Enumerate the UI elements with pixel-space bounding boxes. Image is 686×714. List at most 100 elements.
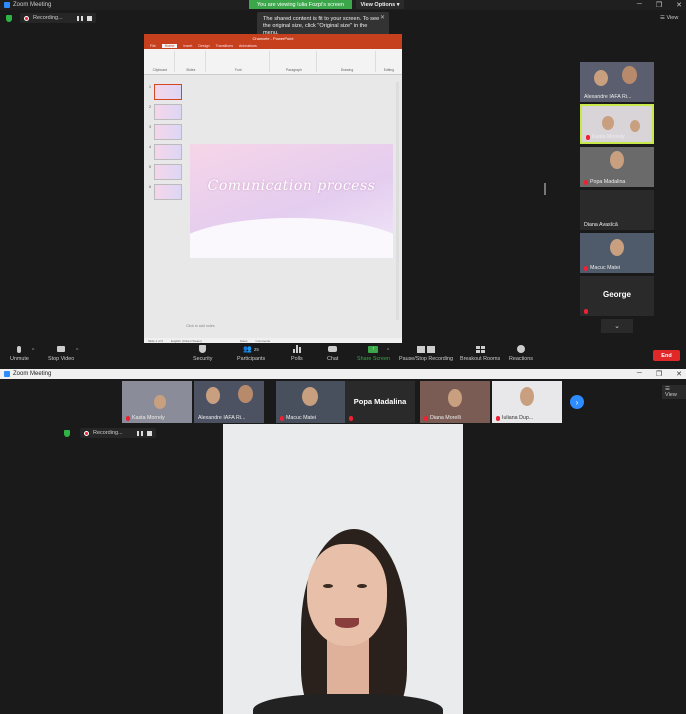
strip-participant-tile[interactable]: Popa Madalina [345, 381, 415, 423]
share-options-caret-icon[interactable]: ^ [387, 348, 389, 354]
close-icon[interactable]: ✕ [676, 1, 682, 9]
shield-icon [198, 345, 208, 353]
current-slide[interactable]: Comunication process [190, 144, 393, 258]
ribbon-group[interactable]: Drawing [319, 51, 376, 72]
tooltip-close-icon[interactable]: ✕ [380, 15, 385, 22]
stop-video-button[interactable]: Stop Video [48, 345, 74, 362]
view-button[interactable]: ☰ View [662, 385, 686, 399]
polls-button[interactable]: Polls [291, 345, 303, 362]
panel-resize-handle[interactable] [544, 183, 546, 195]
share-screen-button[interactable]: ↑ Share Screen [357, 345, 390, 362]
maximize-icon[interactable]: ❐ [656, 1, 662, 9]
ribbon-group[interactable]: Slides [177, 51, 206, 72]
participant-name: Macuc Matei [280, 415, 316, 421]
ppt-tab[interactable]: Insert [183, 44, 192, 48]
pause-icon[interactable] [136, 430, 143, 436]
participant-tile[interactable]: Diana Avasîcă [580, 190, 654, 230]
record-dot-icon [24, 15, 29, 21]
slide-thumbnail[interactable]: 6 [149, 184, 182, 200]
minimize-icon[interactable]: ─ [637, 370, 642, 378]
slide-thumbnails: 1 2 3 4 5 6 [148, 82, 182, 204]
strip-participant-tile[interactable]: Kasta Morrely [122, 381, 192, 423]
stop-icon[interactable] [86, 15, 92, 21]
security-button[interactable]: Security [193, 345, 212, 362]
reactions-button[interactable]: Reactions [509, 345, 533, 362]
participant-tile[interactable]: George [580, 276, 654, 316]
breakout-rooms-button[interactable]: Breakout Rooms [460, 345, 500, 362]
mic-muted-icon [584, 265, 588, 271]
tooltip-text: The shared content is fit to your screen… [263, 16, 380, 36]
close-icon[interactable]: ✕ [676, 370, 682, 378]
audio-options-caret-icon[interactable]: ^ [32, 348, 34, 354]
ppt-tab[interactable]: Home [161, 44, 178, 48]
window-controls: ─ ❐ ✕ [637, 1, 682, 9]
shield-icon[interactable] [64, 430, 70, 437]
active-speaker-video[interactable] [223, 424, 463, 714]
participant-face [448, 389, 462, 407]
mic-muted-icon [586, 134, 590, 140]
strip-participant-tile[interactable]: Diana Morelli [420, 381, 490, 423]
participants-button[interactable]: 👥 25 Participants [237, 345, 265, 362]
speaker-mouth [335, 618, 359, 628]
slide-title: Comunication process [207, 178, 376, 194]
strip-participant-tile[interactable]: Iuliana Dup... [492, 381, 562, 423]
window-title: Zoom Meeting [13, 371, 52, 377]
ppt-tab[interactable]: Design [198, 44, 209, 48]
slide-thumbnail[interactable]: 1 [149, 84, 182, 100]
share-screen-icon: ↑ [368, 345, 379, 353]
ribbon-group[interactable]: Clipboard [146, 51, 175, 72]
ribbon-group[interactable]: Font [208, 51, 270, 72]
slide-thumbnail[interactable]: 5 [149, 164, 182, 180]
participant-tile[interactable]: Popa Madalina [580, 147, 654, 187]
slide-thumbnail[interactable]: 4 [149, 144, 182, 160]
participant-face [610, 239, 624, 256]
shield-icon[interactable] [6, 15, 12, 22]
unmute-button[interactable]: Unmute [10, 345, 29, 362]
pause-stop-icon [416, 345, 436, 353]
participant-face [622, 66, 637, 84]
ppt-tab[interactable]: File [150, 44, 156, 48]
slide-scrollbar[interactable] [396, 82, 399, 320]
breakout-rooms-icon [475, 345, 485, 353]
view-button[interactable]: ☰ View [660, 15, 678, 21]
strip-participant-tile[interactable]: Alexandre IAFA Ri... [194, 381, 264, 423]
ppt-tab[interactable]: Animations [239, 44, 257, 48]
participant-name: Alexandre IAFA Ri... [584, 94, 632, 100]
mic-muted-icon [424, 415, 428, 421]
mic-muted-icon [349, 416, 353, 421]
participant-face [206, 387, 220, 404]
speaker-face [307, 544, 387, 646]
notes-placeholder[interactable]: Click to add notes [186, 324, 215, 328]
mic-muted-icon [584, 179, 588, 185]
stop-icon[interactable] [146, 430, 152, 436]
end-meeting-button[interactable]: End [653, 350, 680, 361]
ppt-titlebar: Chancele - PowerPoint [144, 34, 402, 43]
ppt-tab[interactable]: Transitions [216, 44, 233, 48]
pause-stop-recording-button[interactable]: Pause/Stop Recording [399, 345, 453, 362]
speaker-eye [323, 584, 333, 588]
participant-mute-indicator [584, 309, 588, 314]
view-options-button[interactable]: View Options ▾ [356, 0, 404, 9]
polls-icon [292, 345, 302, 353]
ribbon-group[interactable]: Paragraph [272, 51, 318, 72]
scroll-down-chevron-icon[interactable]: ⌄ [601, 319, 633, 333]
participant-tile[interactable]: Alexandre IAFA Ri... [580, 62, 654, 102]
next-page-arrow-icon[interactable]: › [570, 395, 584, 409]
pause-icon[interactable] [76, 15, 83, 21]
slide-thumbnail[interactable]: 2 [149, 104, 182, 120]
minimize-icon[interactable]: ─ [637, 1, 642, 9]
video-options-caret-icon[interactable]: ^ [76, 348, 78, 354]
slide-thumbnail[interactable]: 3 [149, 124, 182, 140]
participant-face [520, 387, 534, 406]
participant-face [602, 116, 614, 130]
recording-label: Recording... [93, 430, 123, 436]
strip-participant-tile[interactable]: Macuc Matei [276, 381, 346, 423]
video-camera-icon [56, 345, 66, 353]
maximize-icon[interactable]: ❐ [656, 370, 662, 378]
recording-indicator: Recording... [20, 13, 96, 23]
ribbon-group[interactable]: Editing [378, 51, 400, 72]
participant-tile[interactable]: Macuc Matei [580, 233, 654, 273]
chat-button[interactable]: Chat [327, 345, 338, 362]
participant-name: Macuc Matei [584, 265, 620, 271]
participant-tile-active[interactable]: Kasta Morrely [580, 104, 654, 144]
